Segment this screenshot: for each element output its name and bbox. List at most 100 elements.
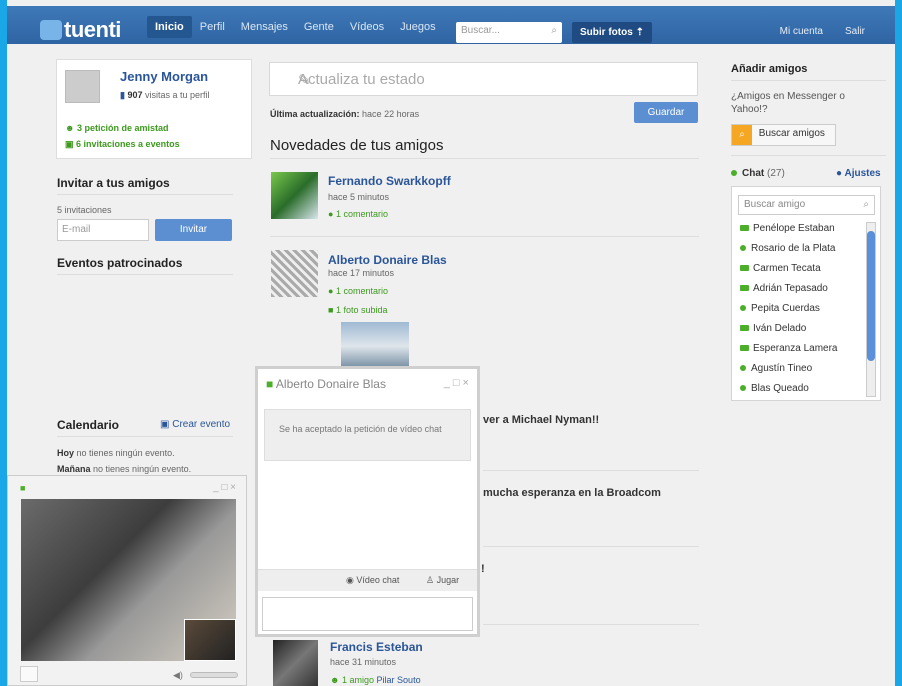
status-input[interactable]: ✎ Actualiza tu estado (269, 62, 698, 96)
profile-visits: ▮ 907 visitas a tu perfil (120, 90, 210, 101)
calendar-icon: ▣ (65, 139, 74, 149)
nav-videos[interactable]: Vídeos (342, 16, 392, 38)
today-text: no tienes ningún evento. (76, 448, 175, 458)
sponsored-title: Eventos patrocinados (57, 256, 183, 270)
nav-juegos[interactable]: Juegos (392, 16, 443, 38)
feed-friend-name[interactable]: Pilar Souto (377, 675, 421, 685)
feed-text-partial: ver a Michael Nyman!! (483, 414, 600, 426)
online-icon (740, 385, 746, 391)
last-update: Última actualización: hace 22 horas (270, 109, 419, 119)
calendar-today: Hoy no tienes ningún evento. (57, 448, 175, 458)
feed-friend-link[interactable]: ☻ 1 amigo Pilar Souto (330, 675, 421, 685)
chat-friend[interactable]: Iván Delado (740, 323, 806, 334)
camera-icon: ■ (20, 483, 26, 493)
play-button[interactable]: ♙ Jugar (426, 575, 459, 586)
volume-icon[interactable]: ◀) (173, 670, 183, 681)
video-chat-button[interactable]: ◉ Vídeo chat (346, 575, 399, 586)
feed-thumbnail[interactable] (271, 172, 318, 219)
search-icon: ⌕ (732, 125, 752, 145)
divider (483, 624, 699, 625)
avatar[interactable] (65, 70, 100, 103)
friend-requests-link[interactable]: ☻ 3 petición de amistad (65, 123, 169, 133)
search-friends-button[interactable]: ⌕ Buscar amigos (731, 124, 836, 146)
search-placeholder: Buscar... (461, 25, 500, 36)
nav-perfil[interactable]: Perfil (192, 16, 233, 38)
add-friends-text: ¿Amigos en Messenger o Yahoo!? (731, 91, 845, 115)
feed-friend-label: 1 amigo (342, 675, 375, 685)
feed-photo-link[interactable]: ■ 1 foto subida (328, 305, 388, 315)
divider (731, 80, 886, 81)
upload-photos-button[interactable]: Subir fotos ⇡ (572, 22, 652, 43)
feed-author[interactable]: Fernando Swarkkopff (328, 174, 451, 188)
chat-friend[interactable]: Adrián Tepasado (740, 283, 828, 294)
nav-inicio[interactable]: Inicio (147, 16, 192, 38)
logo[interactable]: tuenti (40, 17, 121, 43)
add-friends-title: Añadir amigos (731, 63, 808, 75)
tomorrow-label: Mañana (57, 464, 91, 474)
feed-comment-link[interactable]: ● 1 comentario (328, 286, 388, 296)
feed-comment-link[interactable]: ● 1 comentario (328, 209, 388, 219)
volume-slider[interactable] (190, 672, 238, 678)
today-label: Hoy (57, 448, 75, 458)
self-video-preview (184, 619, 236, 661)
chat-scrollbar[interactable] (866, 222, 876, 397)
feed-time: hace 5 minutos (328, 192, 390, 202)
feed-time: hace 17 minutos (328, 268, 395, 278)
friend-name: Penélope Estaban (753, 223, 835, 234)
chat-friend[interactable]: Agustín Tineo (740, 363, 812, 374)
feed-thumbnail[interactable] (271, 250, 318, 297)
email-field[interactable]: E-mail (57, 219, 149, 241)
divider (270, 236, 699, 237)
search-input[interactable]: Buscar... ⌕ (456, 22, 562, 43)
search-icon: ⌕ (863, 199, 869, 210)
search-icon[interactable]: ⌕ (551, 25, 557, 36)
chat-friend[interactable]: Pepita Cuerdas (740, 303, 820, 314)
top-links: Mi cuenta Salir (780, 26, 865, 37)
nav-gente[interactable]: Gente (296, 16, 342, 38)
divider (57, 436, 233, 437)
play-label: Jugar (436, 575, 460, 585)
logout-link[interactable]: Salir (845, 26, 865, 37)
divider (57, 194, 233, 195)
popup-toolbar: ◉ Vídeo chat ♙ Jugar (258, 569, 477, 591)
camera-icon (740, 225, 749, 231)
online-icon (740, 245, 746, 251)
camera-icon (740, 325, 749, 331)
last-update-label: Última actualización: (270, 109, 360, 119)
my-account-link[interactable]: Mi cuenta (780, 26, 823, 37)
chat-friend[interactable]: Penélope Estaban (740, 223, 835, 234)
chat-message-input[interactable] (262, 597, 473, 631)
nav-mensajes[interactable]: Mensajes (233, 16, 296, 38)
feed-photo[interactable] (341, 322, 409, 366)
friend-name: Pepita Cuerdas (751, 303, 820, 314)
feed-author[interactable]: Alberto Donaire Blas (328, 253, 447, 267)
camera-icon (740, 265, 749, 271)
invites-count: 5 invitaciones (57, 205, 112, 215)
create-event-link[interactable]: ▣ Crear evento (160, 419, 230, 430)
profile-name[interactable]: Jenny Morgan (120, 69, 208, 84)
microphone-icon[interactable] (20, 666, 38, 682)
chat-friend[interactable]: Blas Queado (740, 383, 809, 394)
feed-thumbnail[interactable] (273, 640, 318, 686)
chat-label: Chat (742, 168, 765, 179)
settings-icon: ● (836, 168, 843, 179)
chat-friend[interactable]: Rosario de la Plata (740, 243, 836, 254)
chat-search-input[interactable]: Buscar amigo ⌕ (738, 195, 875, 215)
window-controls[interactable]: _ □ × (444, 377, 469, 389)
chat-settings-link[interactable]: ● Ajustes (836, 168, 881, 179)
friend-name: Esperanza Lamera (753, 343, 838, 354)
chat-count: (27) (767, 168, 785, 179)
chat-friend[interactable]: Esperanza Lamera (740, 343, 838, 354)
feed-time: hace 31 minutos (330, 657, 397, 667)
comment-icon: ● (328, 286, 334, 296)
chat-friend[interactable]: Carmen Tecata (740, 263, 821, 274)
event-invites-link[interactable]: ▣ 6 invitaciones a eventos (65, 139, 180, 150)
friend-name: Blas Queado (751, 383, 809, 394)
window-controls[interactable]: _ □ × (213, 482, 236, 493)
feed-author[interactable]: Francis Esteban (330, 640, 423, 654)
invite-button[interactable]: Invitar (155, 219, 232, 241)
calendar-icon: ▣ (160, 419, 170, 430)
scrollbar-thumb[interactable] (867, 231, 875, 361)
divider (483, 470, 699, 471)
save-button[interactable]: Guardar (634, 102, 698, 123)
